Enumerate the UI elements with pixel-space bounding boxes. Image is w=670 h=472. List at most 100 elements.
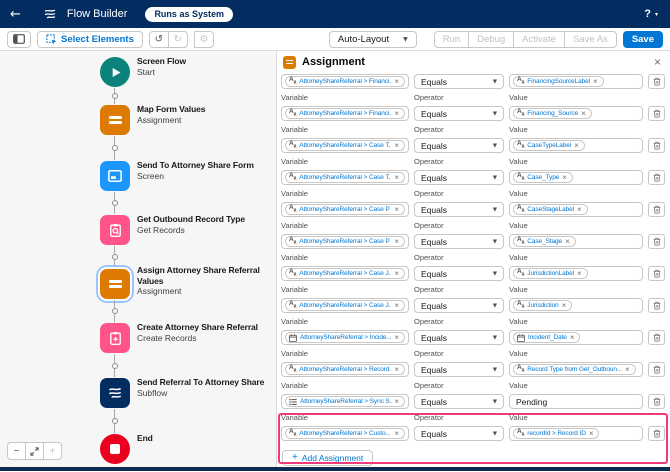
remove-pill-icon[interactable]: × [577, 205, 582, 214]
assignment-node-icon[interactable] [100, 269, 130, 299]
add-element-node[interactable] [111, 145, 118, 151]
variable-input[interactable]: AttorneyShareReferral > Sync S... × [281, 394, 409, 409]
delete-assignment-button[interactable] [648, 266, 665, 281]
delete-assignment-button[interactable] [648, 106, 665, 121]
value-input[interactable]: Aa Case_Type × [509, 170, 643, 185]
variable-input[interactable]: Aa AttorneyShareReferral > Case T... × [281, 138, 409, 153]
operator-select[interactable]: Equals ▼ [414, 426, 504, 441]
variable-input[interactable]: Aa AttorneyShareReferral > Case J... × [281, 266, 409, 281]
auto-layout-select[interactable]: Auto-Layout ▼ [328, 30, 417, 48]
save-button[interactable]: Save [622, 30, 663, 48]
debug-button[interactable]: Debug [468, 30, 515, 48]
remove-pill-icon[interactable]: × [394, 397, 399, 406]
variable-pill[interactable]: Aa AttorneyShareReferral > Case J... × [285, 268, 405, 279]
operator-select[interactable]: Equals ▼ [414, 74, 504, 89]
remove-pill-icon[interactable]: × [593, 77, 598, 86]
variable-input[interactable]: AttorneyShareReferral > Incide... × [281, 330, 409, 345]
variable-pill[interactable]: AttorneyShareReferral > Sync S... × [285, 396, 405, 407]
remove-pill-icon[interactable]: × [394, 77, 399, 86]
operator-select[interactable]: Equals ▼ [414, 170, 504, 185]
redo-button[interactable]: ↻ [167, 30, 188, 48]
zoom-in-button[interactable]: + [43, 442, 62, 460]
remove-pill-icon[interactable]: × [394, 333, 399, 342]
add-assignment-button[interactable]: + Add Assignment [282, 450, 374, 466]
value-input[interactable]: Aa Financing_Source × [509, 106, 643, 121]
add-element-node[interactable] [111, 308, 118, 314]
value-pill[interactable]: Aa Case_Stage × [513, 236, 576, 247]
run-button[interactable]: Run [433, 30, 470, 48]
delete-assignment-button[interactable] [648, 330, 665, 345]
help-button[interactable]: ? [644, 8, 651, 20]
operator-select[interactable]: Equals ▼ [414, 266, 504, 281]
delete-assignment-button[interactable] [648, 426, 665, 441]
remove-pill-icon[interactable]: × [574, 141, 579, 150]
remove-pill-icon[interactable]: × [394, 429, 399, 438]
value-pill[interactable]: Aa Case_Type × [513, 172, 573, 183]
operator-select[interactable]: Equals ▼ [414, 394, 504, 409]
delete-assignment-button[interactable] [648, 362, 665, 377]
value-input[interactable]: Aa JurisdictionLabel × [509, 266, 643, 281]
variable-pill[interactable]: Aa AttorneyShareReferral > Record... × [285, 364, 405, 375]
delete-assignment-button[interactable] [648, 138, 665, 153]
operator-select[interactable]: Equals ▼ [414, 138, 504, 153]
value-pill[interactable]: Aa Financing_Source × [513, 108, 592, 119]
operator-select[interactable]: Equals ▼ [414, 330, 504, 345]
variable-input[interactable]: Aa AttorneyShareReferral > Case T... × [281, 170, 409, 185]
add-element-node[interactable] [111, 93, 118, 99]
select-elements-button[interactable]: Select Elements [37, 30, 143, 48]
value-input[interactable]: Aa Case_Stage × [509, 234, 643, 249]
fit-to-view-button[interactable] [25, 442, 44, 460]
add-element-node[interactable] [111, 362, 118, 369]
undo-button[interactable]: ↺ [148, 30, 169, 48]
delete-assignment-button[interactable] [648, 202, 665, 217]
variable-pill[interactable]: Aa AttorneyShareReferral > Custo... × [285, 428, 405, 439]
toggle-panel-button[interactable] [7, 30, 31, 48]
settings-gear-button[interactable]: ⚙ [193, 30, 214, 48]
remove-pill-icon[interactable]: × [394, 141, 399, 150]
value-pill[interactable]: Aa CaseStageLabel × [513, 204, 588, 215]
variable-input[interactable]: Aa AttorneyShareReferral > Case J... × [281, 298, 409, 313]
operator-select[interactable]: Equals ▼ [414, 202, 504, 217]
variable-pill[interactable]: Aa AttorneyShareReferral > Case T... × [285, 172, 405, 183]
value-pill[interactable]: Aa Record Type from Get_Outboun... × [513, 364, 636, 375]
remove-pill-icon[interactable]: × [577, 269, 582, 278]
back-arrow-icon[interactable]: ← [10, 7, 21, 22]
delete-assignment-button[interactable] [648, 298, 665, 313]
value-input[interactable]: Incident_Date × [509, 330, 643, 345]
zoom-out-button[interactable]: − [7, 442, 26, 460]
value-pill[interactable]: Aa JurisdictionLabel × [513, 268, 588, 279]
delete-assignment-button[interactable] [648, 234, 665, 249]
save-as-button[interactable]: Save As [563, 30, 617, 48]
remove-pill-icon[interactable]: × [394, 205, 399, 214]
remove-pill-icon[interactable]: × [562, 301, 567, 310]
variable-input[interactable]: Aa AttorneyShareReferral > Financi... × [281, 74, 409, 89]
value-input[interactable]: Aa FinancingSourceLabel × [509, 74, 643, 89]
value-pill[interactable]: Incident_Date × [513, 332, 581, 343]
value-pill[interactable]: Aa recordId > Record ID × [513, 428, 600, 439]
variable-pill[interactable]: Aa AttorneyShareReferral > Case J... × [285, 300, 405, 311]
value-input[interactable]: Aa recordId > Record ID × [509, 426, 643, 441]
remove-pill-icon[interactable]: × [394, 301, 399, 310]
activate-button[interactable]: Activate [513, 30, 565, 48]
variable-pill[interactable]: Aa AttorneyShareReferral > Case T... × [285, 140, 405, 151]
variable-pill[interactable]: Aa AttorneyShareReferral > Financi... × [285, 76, 405, 87]
flow-canvas[interactable]: Screen Flow Start Map Form Values Assign… [0, 51, 277, 467]
delete-assignment-button[interactable] [648, 394, 665, 409]
value-input[interactable]: Aa CaseTypeLabel × [509, 138, 643, 153]
chevron-down-icon[interactable]: ▾ [655, 11, 658, 18]
remove-pill-icon[interactable]: × [565, 237, 570, 246]
end-node-icon[interactable] [100, 434, 130, 464]
value-input[interactable]: Aa CaseStageLabel × [509, 202, 643, 217]
create-records-node-icon[interactable] [100, 323, 130, 353]
value-pill[interactable]: Aa CaseTypeLabel × [513, 140, 585, 151]
variable-input[interactable]: Aa AttorneyShareReferral > Case P... × [281, 234, 409, 249]
remove-pill-icon[interactable]: × [589, 429, 594, 438]
value-pill[interactable]: Aa Jurisdiction × [513, 300, 573, 311]
value-input[interactable]: Aa Record Type from Get_Outboun... × [509, 362, 643, 377]
remove-pill-icon[interactable]: × [394, 269, 399, 278]
screen-node-icon[interactable] [100, 161, 130, 191]
operator-select[interactable]: Equals ▼ [414, 362, 504, 377]
value-pill[interactable]: Aa FinancingSourceLabel × [513, 76, 604, 87]
variable-pill[interactable]: Aa AttorneyShareReferral > Case P... × [285, 236, 405, 247]
close-panel-icon[interactable]: × [654, 56, 661, 68]
